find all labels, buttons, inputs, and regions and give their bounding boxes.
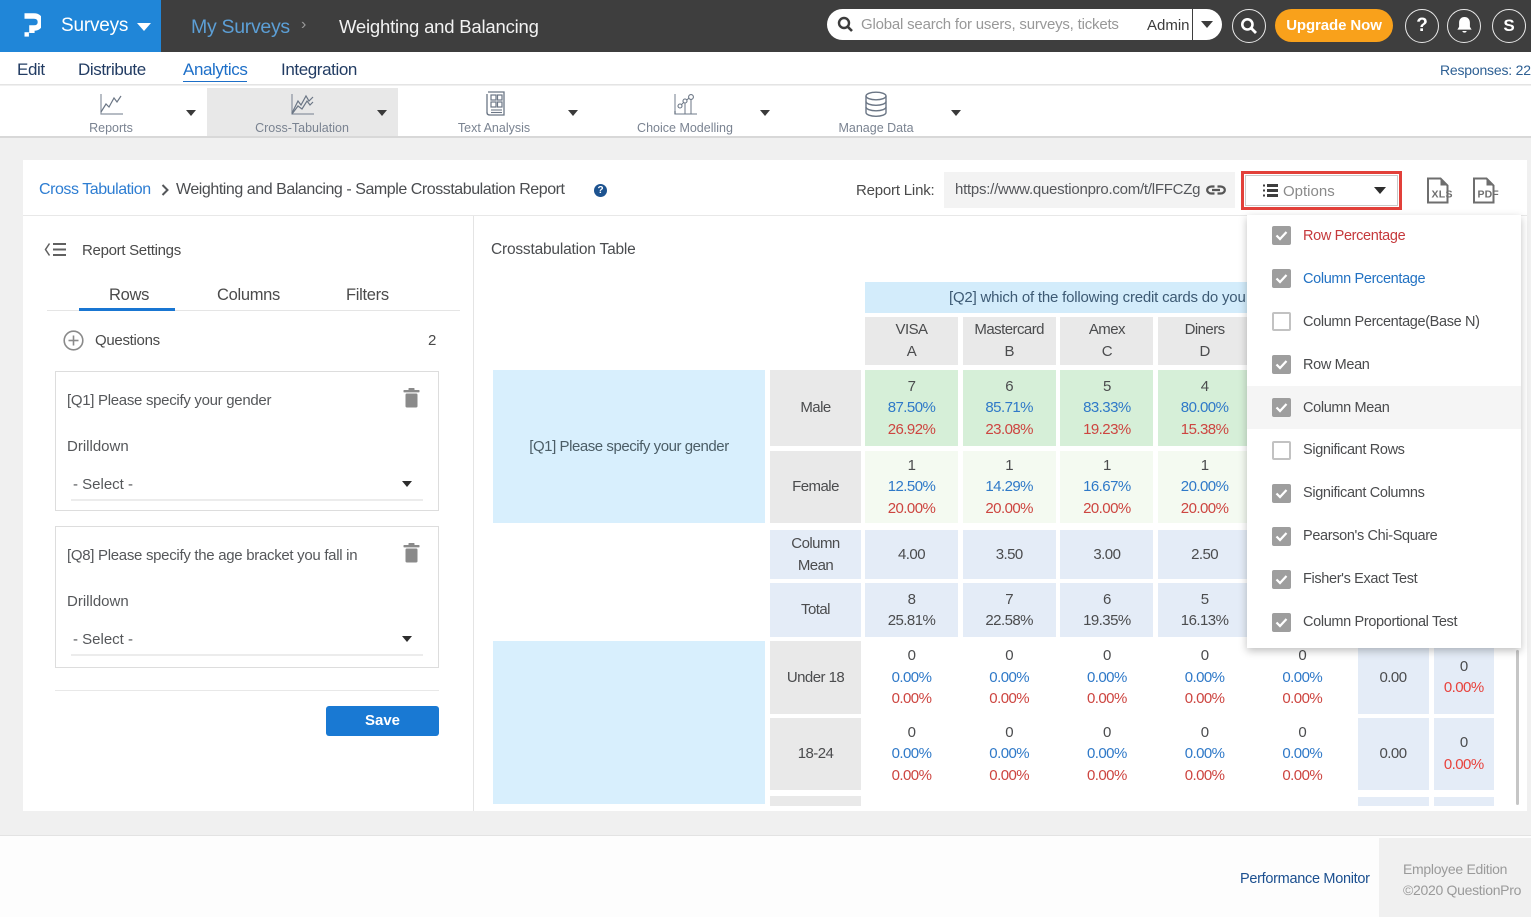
svg-text:XLS: XLS	[1432, 189, 1453, 201]
svg-text:PDF: PDF	[1478, 189, 1500, 201]
